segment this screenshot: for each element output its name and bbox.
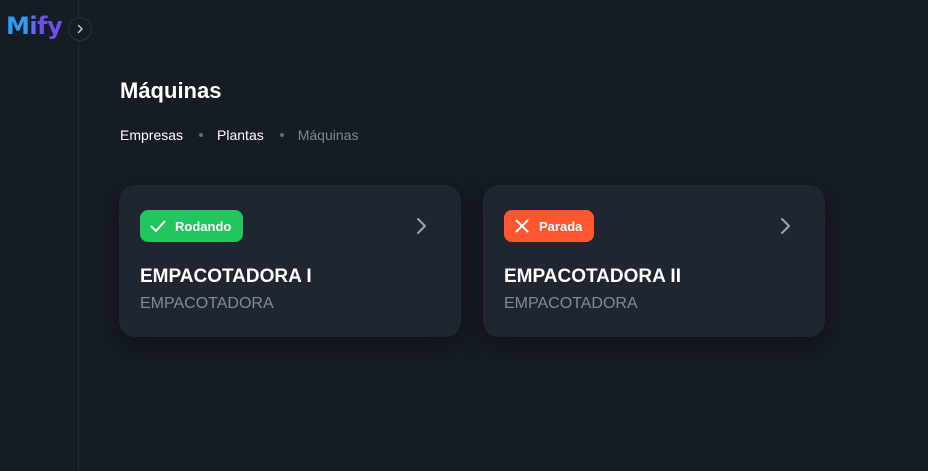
breadcrumb-separator — [279, 133, 284, 137]
status-badge: Parada — [504, 210, 595, 242]
breadcrumb-empresas[interactable]: Empresas — [120, 126, 183, 144]
mify-logo[interactable]: Mify — [6, 12, 63, 40]
status-label: Parada — [539, 218, 583, 234]
sidebar: Mify — [0, 0, 79, 471]
sidebar-expand-button[interactable] — [68, 17, 92, 41]
status-badge: Rodando — [140, 210, 244, 242]
breadcrumb-separator — [199, 133, 204, 137]
chevron-right-icon[interactable] — [411, 216, 431, 236]
machine-name: EMPACOTADORA II — [504, 266, 681, 287]
machine-type: EMPACOTADORA — [504, 295, 638, 312]
logo-part-1: M — [6, 12, 30, 40]
machine-name: EMPACOTADORA I — [140, 266, 312, 287]
app-root: Mify Máquinas Empresas Plantas Máquinas … — [0, 0, 928, 471]
status-label: Rodando — [175, 218, 232, 234]
machine-card-empacotadora-ii[interactable]: Parada EMPACOTADORA II EMPACOTADORA — [483, 185, 825, 337]
logo-part-2: i — [29, 12, 38, 40]
logo-part-3: fy — [37, 12, 63, 40]
breadcrumb-maquinas: Máquinas — [297, 127, 359, 143]
chevron-right-icon — [77, 24, 83, 34]
machine-type: EMPACOTADORA — [140, 295, 274, 312]
machine-card-empacotadora-i[interactable]: Rodando EMPACOTADORA I EMPACOTADORA — [119, 185, 461, 337]
page-title: Máquinas — [120, 78, 222, 103]
breadcrumb-plantas[interactable]: Plantas — [217, 126, 264, 144]
x-icon — [515, 219, 529, 233]
chevron-right-icon[interactable] — [775, 216, 795, 236]
check-icon — [150, 220, 166, 232]
breadcrumb: Empresas Plantas Máquinas — [120, 126, 358, 144]
